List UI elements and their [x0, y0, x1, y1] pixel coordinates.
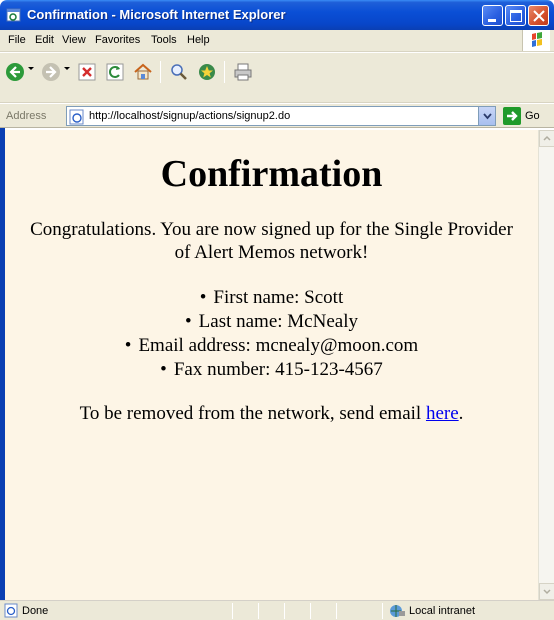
status-bar: Done Local intranet	[0, 600, 554, 620]
go-button[interactable]: Go	[525, 110, 540, 122]
maximize-button[interactable]	[505, 5, 526, 26]
close-button[interactable]	[528, 5, 549, 26]
address-input[interactable]: http://localhost/signup/actions/signup2.…	[66, 106, 496, 126]
address-bar: Address http://localhost/signup/actions/…	[0, 104, 554, 128]
vertical-scrollbar[interactable]	[538, 130, 554, 600]
removal-suffix: .	[458, 403, 464, 424]
minimize-button[interactable]	[482, 5, 503, 26]
menu-help[interactable]: Help	[187, 34, 210, 46]
home-icon[interactable]	[132, 61, 154, 83]
favorites-icon[interactable]	[196, 61, 218, 83]
address-url: http://localhost/signup/actions/signup2.…	[89, 110, 291, 122]
menu-edit[interactable]: Edit	[35, 34, 54, 46]
intro-text: Congratulations. You are now signed up f…	[30, 219, 513, 263]
status-text: Done	[22, 605, 49, 617]
search-icon[interactable]	[168, 61, 190, 83]
menu-file[interactable]: File	[8, 34, 26, 46]
address-label: Address	[6, 110, 47, 122]
signup-details-list: First name: Scott Last name: McNealy Ema…	[5, 286, 538, 382]
back-dropdown-icon[interactable]	[28, 67, 34, 70]
removal-prefix: To be removed from the network, send ema…	[79, 403, 426, 424]
page-heading: Confirmation	[160, 153, 383, 195]
page-content: Confirmation Congratulations. You are no…	[5, 130, 538, 600]
page-done-icon	[4, 603, 19, 618]
refresh-icon[interactable]	[104, 61, 126, 83]
go-arrow-icon[interactable]	[503, 107, 521, 125]
menu-favorites[interactable]: Favorites	[95, 34, 140, 46]
title-bar: Confirmation - Microsoft Internet Explor…	[0, 0, 554, 30]
menu-bar: File Edit View Favorites Tools Help	[0, 30, 554, 52]
list-item-email: Email address: mcnealy@moon.com	[5, 334, 538, 358]
print-icon[interactable]	[232, 61, 254, 83]
list-item-fax: Fax number: 415-123-4567	[5, 358, 538, 382]
security-zone-label: Local intranet	[409, 605, 476, 617]
list-item-last-name: Last name: McNealy	[5, 310, 538, 334]
windows-logo-icon	[522, 30, 550, 51]
stop-icon[interactable]	[76, 61, 98, 83]
window-title: Confirmation - Microsoft Internet Explor…	[27, 7, 286, 22]
back-icon[interactable]	[4, 61, 26, 83]
address-dropdown-icon[interactable]	[478, 107, 495, 125]
toolbar	[0, 53, 554, 103]
ie-page-icon	[6, 7, 22, 23]
list-item-first-name: First name: Scott	[5, 286, 538, 310]
removal-email-link[interactable]: here	[426, 403, 459, 424]
scroll-up-icon[interactable]	[539, 130, 554, 147]
page-icon	[69, 109, 85, 125]
forward-icon[interactable]	[40, 61, 62, 83]
removal-text: To be removed from the network, send ema…	[5, 403, 538, 425]
menu-tools[interactable]: Tools	[151, 34, 177, 46]
forward-dropdown-icon[interactable]	[64, 67, 70, 70]
intranet-zone-icon	[388, 603, 406, 618]
menu-view[interactable]: View	[62, 34, 86, 46]
scroll-down-icon[interactable]	[539, 583, 554, 600]
